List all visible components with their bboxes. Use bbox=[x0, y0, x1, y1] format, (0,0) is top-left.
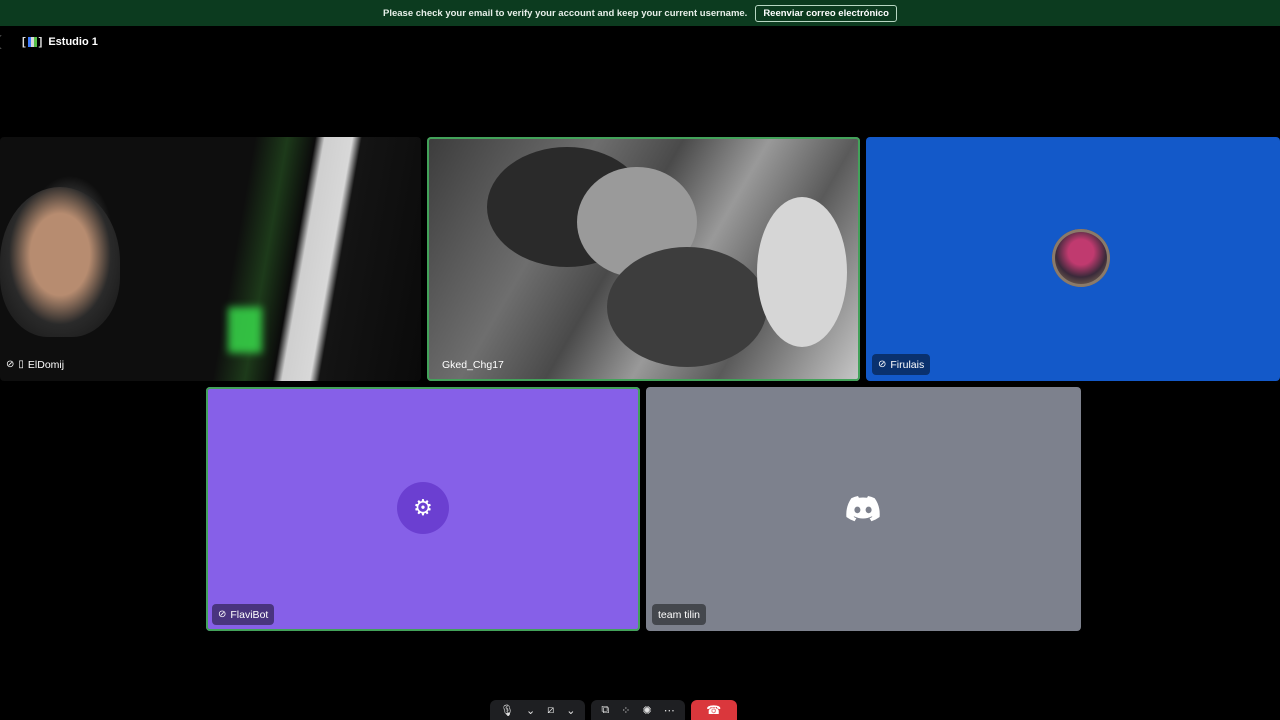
participant-name-tag: Gked_Chg17 bbox=[442, 358, 504, 371]
screen-share-icon[interactable]: ⧉ bbox=[601, 704, 609, 717]
participant-name-tag: ⊘ Firulais bbox=[872, 354, 931, 375]
actions-group: ⧉ ⁘ ✺ ⋯ bbox=[591, 700, 685, 720]
channel-emoji: [ ] bbox=[22, 36, 43, 48]
deafened-icon: ⊘ bbox=[218, 609, 227, 620]
flag-icon bbox=[27, 37, 37, 47]
channel-name: Estudio 1 bbox=[48, 36, 98, 48]
camera-off-icon[interactable]: ⧄ bbox=[547, 704, 554, 717]
audio-video-group: 🎙︎ ⌄ ⧄ ⌄ bbox=[490, 700, 586, 720]
chevron-down-icon[interactable]: ⌄ bbox=[526, 704, 535, 717]
soundboard-icon[interactable]: ✺ bbox=[642, 704, 651, 717]
participant-tile-gked[interactable]: Gked_Chg17 bbox=[427, 137, 860, 381]
bot-avatar: ⚙ bbox=[397, 482, 449, 534]
phone-hangup-icon: ☎ bbox=[706, 703, 722, 717]
participant-tile-eldomij[interactable]: ⊘ ▯ ElDomij bbox=[0, 137, 421, 381]
participant-tile-flavibot[interactable]: ⚙ ⊘ FlaviBot bbox=[206, 387, 640, 631]
back-icon[interactable] bbox=[0, 35, 6, 49]
participant-name-tag: ⊘ FlaviBot bbox=[212, 604, 275, 625]
call-controls: 🎙︎ ⌄ ⧄ ⌄ ⧉ ⁘ ✺ ⋯ ☎ bbox=[490, 700, 737, 720]
video-feed bbox=[0, 187, 120, 337]
participant-name-tag: ⊘ ▯ ElDomij bbox=[6, 358, 65, 371]
mobile-icon: ▯ bbox=[18, 359, 24, 370]
discord-logo-icon bbox=[846, 496, 880, 522]
more-icon[interactable]: ⋯ bbox=[664, 704, 675, 717]
chevron-down-icon[interactable]: ⌄ bbox=[566, 704, 575, 717]
disconnect-button[interactable]: ☎ bbox=[690, 700, 737, 720]
participant-tile-team-tilin[interactable]: team tilin bbox=[646, 387, 1081, 631]
notice-message: Please check your email to verify your a… bbox=[383, 7, 748, 19]
resend-email-button[interactable]: Reenviar correo electrónico bbox=[755, 4, 897, 22]
activity-icon[interactable]: ⁘ bbox=[621, 704, 630, 717]
call-header: [ ] Estudio 1 bbox=[0, 32, 98, 52]
participant-tile-firulais[interactable]: ⊘ Firulais bbox=[866, 137, 1280, 381]
microphone-icon[interactable]: 🎙︎ bbox=[500, 704, 514, 717]
deafened-icon: ⊘ bbox=[878, 359, 887, 370]
participant-name-tag: team tilin bbox=[652, 604, 707, 625]
deafened-icon: ⊘ bbox=[6, 359, 15, 370]
verify-email-notice: Please check your email to verify your a… bbox=[0, 0, 1280, 26]
avatar bbox=[1052, 229, 1110, 287]
